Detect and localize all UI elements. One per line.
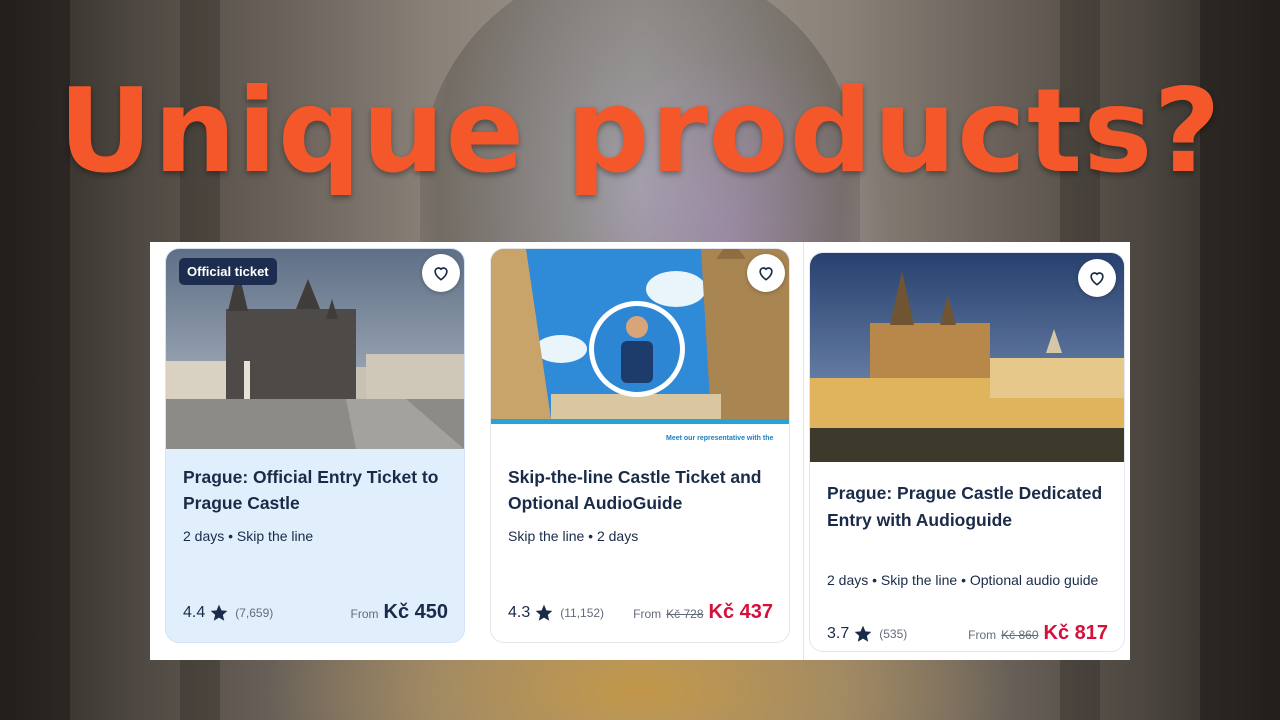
original-price: Kč 860 xyxy=(1001,628,1039,642)
product-card-dedicated-entry[interactable]: Prague: Prague Castle Dedicated Entry wi… xyxy=(809,252,1125,652)
review-count: (11,152) xyxy=(560,606,605,620)
sale-price: Kč 817 xyxy=(1043,622,1109,644)
heart-icon xyxy=(434,267,448,281)
card-title[interactable]: Skip-the-line Castle Ticket and Optional… xyxy=(508,464,775,516)
rating-score: 4.4 xyxy=(183,604,206,621)
price-from-label: From xyxy=(633,607,662,621)
card-price: From Kč 450 xyxy=(351,601,449,624)
image-caption: Meet our representative with the xyxy=(666,435,774,442)
card-image-castle-night xyxy=(810,253,1124,462)
wishlist-heart-button[interactable] xyxy=(1078,259,1116,297)
original-price: Kč 728 xyxy=(666,607,704,621)
divider xyxy=(803,242,804,660)
product-cards-panel: Official ticket Prague: Official Entry T… xyxy=(150,242,1130,660)
card-rating: 4.4 (7,659) xyxy=(183,603,273,623)
card-rating: 4.3 (11,152) xyxy=(508,603,604,623)
card-meta: 2 days • Skip the line xyxy=(183,528,314,544)
card-meta: Skip the line • 2 days xyxy=(508,528,639,544)
star-icon xyxy=(854,625,872,642)
wishlist-heart-button[interactable] xyxy=(422,254,460,292)
heart-icon xyxy=(759,267,773,281)
wishlist-heart-button[interactable] xyxy=(747,254,785,292)
heart-icon xyxy=(1090,272,1104,286)
card-image-representative: Meet our representative with the xyxy=(491,249,789,449)
card-meta: 2 days • Skip the line • Optional audio … xyxy=(827,572,1099,588)
review-count: (535) xyxy=(879,627,908,641)
card-rating: 3.7 (535) xyxy=(827,624,907,644)
card-price: From Kč 860 Kč 817 xyxy=(968,622,1108,645)
card-title[interactable]: Prague: Official Entry Ticket to Prague … xyxy=(183,464,450,516)
official-ticket-badge: Official ticket xyxy=(179,258,277,285)
product-card-official-entry[interactable]: Official ticket Prague: Official Entry T… xyxy=(165,248,465,643)
product-card-skip-the-line[interactable]: Meet our representative with the Skip-th… xyxy=(490,248,790,643)
price-amount: Kč 450 xyxy=(383,601,449,623)
headline: Unique products? xyxy=(58,64,1222,199)
card-price: From Kč 728 Kč 437 xyxy=(633,601,773,624)
star-icon xyxy=(210,604,228,621)
price-from-label: From xyxy=(968,628,997,642)
rating-score: 4.3 xyxy=(508,604,531,621)
price-from-label: From xyxy=(350,607,379,621)
sale-price: Kč 437 xyxy=(708,601,774,623)
star-icon xyxy=(535,604,553,621)
rating-score: 3.7 xyxy=(827,625,850,642)
card-title[interactable]: Prague: Prague Castle Dedicated Entry wi… xyxy=(827,480,1110,534)
review-count: (7,659) xyxy=(235,606,274,620)
card-image-castle-courtyard: Official ticket xyxy=(166,249,464,449)
